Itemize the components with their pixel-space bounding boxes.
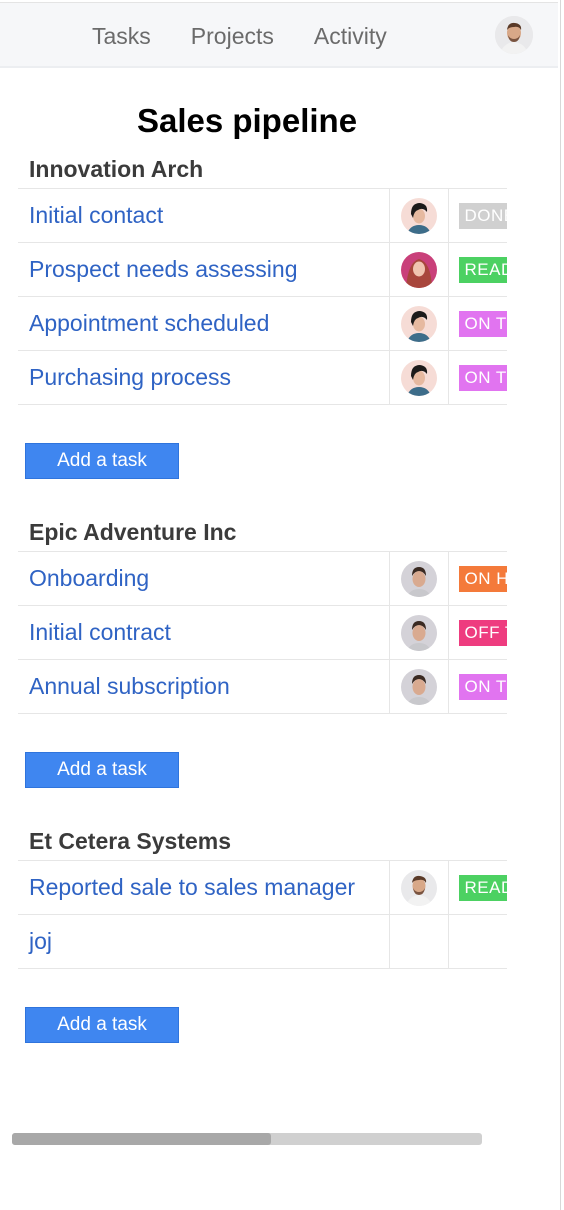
owner-avatar[interactable]: [400, 614, 437, 651]
status-badge[interactable]: ON TRACK: [458, 310, 507, 337]
status-badge[interactable]: DONE: [458, 202, 507, 229]
group-title: Epic Adventure Inc: [29, 519, 237, 545]
man-avatar-icon: [400, 560, 437, 597]
task-name-link[interactable]: Onboarding: [18, 551, 390, 606]
status-badge[interactable]: ON TRACK: [458, 364, 507, 391]
man-avatar-icon: [400, 869, 437, 906]
task-name-link[interactable]: Prospect needs assessing: [18, 242, 390, 297]
app-frame: Tasks Projects Activity Sales pipeline I…: [0, 0, 561, 1210]
task-name-link[interactable]: Appointment scheduled: [18, 296, 390, 351]
task-row: Onboarding ON HOLD: [18, 551, 507, 606]
task-name-link[interactable]: Purchasing process: [18, 350, 390, 405]
add-task-button[interactable]: Add a task: [25, 1007, 179, 1043]
status-badge[interactable]: READY: [458, 256, 507, 283]
owner-avatar[interactable]: [400, 359, 437, 396]
man-avatar-icon: [400, 614, 437, 651]
group-title: Et Cetera Systems: [29, 828, 231, 854]
owner-cell-empty[interactable]: [389, 914, 449, 969]
main-nav: Tasks Projects Activity: [92, 3, 427, 69]
owner-avatar[interactable]: [400, 668, 437, 705]
task-name-link[interactable]: Initial contract: [18, 605, 390, 660]
task-row: Purchasing process ON TRACK: [18, 350, 507, 405]
task-name-link[interactable]: Reported sale to sales manager: [18, 860, 390, 915]
task-name-link[interactable]: joj: [18, 914, 390, 969]
group-title: Innovation Arch: [29, 156, 204, 182]
woman-avatar-icon: [400, 305, 437, 342]
status-cell-empty[interactable]: [448, 914, 507, 969]
task-table: Reported sale to sales manager READY joj: [18, 860, 507, 969]
owner-avatar[interactable]: [400, 305, 437, 342]
nav-projects[interactable]: Projects: [191, 23, 274, 50]
task-row: Prospect needs assessing READY: [18, 242, 507, 297]
task-name-link[interactable]: Annual subscription: [18, 659, 390, 714]
status-badge[interactable]: ON HOLD: [458, 565, 507, 592]
top-nav-bar: Tasks Projects Activity: [0, 2, 558, 68]
add-task-button[interactable]: Add a task: [25, 443, 179, 479]
add-task-button[interactable]: Add a task: [25, 752, 179, 788]
task-row: Appointment scheduled ON TRACK: [18, 296, 507, 351]
task-table: Onboarding ON HOLD Initial contract OFF …: [18, 551, 507, 714]
task-row: Initial contact DONE: [18, 188, 507, 243]
nav-activity[interactable]: Activity: [314, 23, 387, 50]
task-row: Reported sale to sales manager READY: [18, 860, 507, 915]
task-table: Initial contact DONE Prospect needs asse…: [18, 188, 507, 405]
status-badge[interactable]: READY: [458, 874, 507, 901]
owner-avatar[interactable]: [400, 251, 437, 288]
status-badge[interactable]: ON TRACK: [458, 673, 507, 700]
user-avatar-icon: [495, 16, 533, 54]
task-name-link[interactable]: Initial contact: [18, 188, 390, 243]
horizontal-scrollbar[interactable]: [12, 1133, 482, 1145]
status-badge[interactable]: OFF TRACK: [458, 619, 507, 646]
owner-avatar[interactable]: [400, 869, 437, 906]
horizontal-scrollbar-thumb[interactable]: [12, 1133, 271, 1145]
nav-tasks[interactable]: Tasks: [92, 23, 151, 50]
woman-avatar-icon: [400, 251, 437, 288]
man-avatar-icon: [400, 668, 437, 705]
user-avatar[interactable]: [495, 16, 533, 54]
task-row: Annual subscription ON TRACK: [18, 659, 507, 714]
woman-avatar-icon: [400, 197, 437, 234]
owner-avatar[interactable]: [400, 197, 437, 234]
task-row: joj: [18, 914, 507, 969]
owner-avatar[interactable]: [400, 560, 437, 597]
task-row: Initial contract OFF TRACK: [18, 605, 507, 660]
page-title: Sales pipeline: [136, 102, 358, 139]
woman-avatar-icon: [400, 359, 437, 396]
